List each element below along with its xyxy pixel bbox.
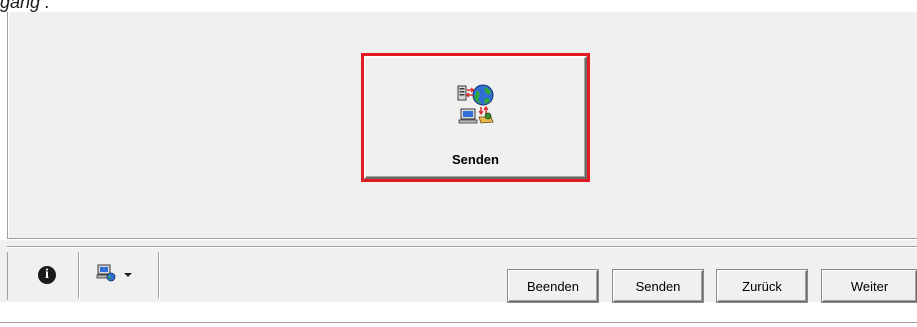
tool-strip: i xyxy=(7,252,160,300)
tool-separator xyxy=(158,252,160,298)
exit-button[interactable]: Beenden xyxy=(507,269,599,303)
info-icon: i xyxy=(38,266,56,284)
toolbar-divider-highlight xyxy=(7,247,917,248)
info-button[interactable]: i xyxy=(38,261,56,289)
chevron-down-icon[interactable] xyxy=(124,273,132,277)
tool-separator xyxy=(78,252,80,298)
bottom-divider xyxy=(0,322,917,323)
big-send-button[interactable]: Senden xyxy=(364,56,587,179)
big-send-button-label: Senden xyxy=(452,152,499,167)
network-menu-button[interactable] xyxy=(96,261,132,289)
send-button[interactable]: Senden xyxy=(612,269,704,303)
network-send-icon xyxy=(455,83,499,127)
network-computer-icon xyxy=(96,263,116,288)
next-button[interactable]: Weiter xyxy=(821,269,917,303)
back-button[interactable]: Zurück xyxy=(716,269,808,303)
